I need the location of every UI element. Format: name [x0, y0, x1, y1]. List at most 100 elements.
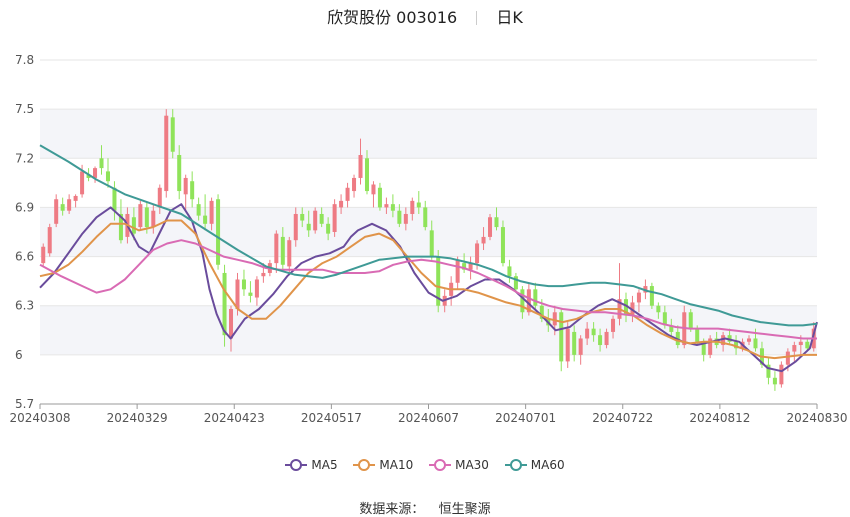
- candle-body: [261, 272, 266, 277]
- legend-symbol-ma10: [353, 459, 376, 471]
- y-tick-label: 6.3: [15, 299, 34, 313]
- x-tick-label: 20240701: [495, 411, 556, 425]
- y-tick-label: 6.9: [15, 200, 34, 214]
- background-band: [40, 305, 817, 355]
- candle-body: [585, 328, 590, 339]
- candle-body: [416, 202, 421, 208]
- candle-body: [248, 292, 253, 296]
- y-tick-label: 6: [15, 348, 23, 362]
- candle-body: [494, 217, 499, 228]
- candle-body: [358, 155, 363, 178]
- candle-body: [753, 338, 758, 349]
- candle-body: [332, 204, 337, 232]
- candle-body: [423, 207, 428, 228]
- candle-body: [196, 204, 201, 216]
- candle-body: [313, 210, 318, 231]
- y-tick-label: 6.6: [15, 250, 34, 264]
- candle-body: [99, 158, 104, 169]
- candle-body: [559, 312, 564, 362]
- candle-body: [798, 341, 803, 346]
- background-band: [40, 109, 817, 159]
- candle-body: [287, 240, 292, 267]
- candle-body: [520, 289, 525, 313]
- candle-body: [157, 187, 162, 208]
- y-tick-label: 7.2: [15, 151, 34, 165]
- candle-body: [177, 155, 182, 192]
- y-tick-label: 7.8: [15, 53, 34, 67]
- candle-body: [80, 171, 85, 195]
- candle-body: [164, 115, 169, 192]
- candle-body: [688, 312, 693, 329]
- candle-body: [93, 168, 98, 178]
- candle-body: [779, 364, 784, 385]
- candle-body: [293, 213, 298, 241]
- candle-body: [695, 328, 700, 342]
- data-source: 数据来源： 恒生聚源: [0, 498, 850, 517]
- candle-body: [364, 158, 369, 192]
- candle-body: [241, 279, 246, 290]
- candle-body: [384, 204, 389, 208]
- candle-body: [656, 305, 661, 313]
- x-tick-label: 20240308: [9, 411, 70, 425]
- legend-symbol-ma5: [285, 459, 308, 471]
- candle-body: [552, 312, 557, 326]
- candle-body: [390, 204, 395, 211]
- candle-body: [222, 272, 227, 336]
- candle-body: [649, 286, 654, 306]
- x-tick-label: 20240607: [398, 411, 459, 425]
- candle-body: [306, 223, 311, 231]
- candle-body: [377, 187, 382, 208]
- candle-body: [805, 341, 810, 349]
- candle-body: [533, 289, 538, 306]
- candle-body: [73, 195, 78, 201]
- candle-body: [371, 184, 376, 195]
- candle-body: [636, 292, 641, 303]
- legend-label-ma10: MA10: [379, 458, 414, 472]
- source-value: 恒生聚源: [438, 502, 491, 517]
- candle-body: [488, 217, 493, 237]
- candle-body: [481, 236, 486, 244]
- candlestick-chart: 5.7 6 6.3 6.6 6.9 7.2 7.5 7.8 20240308 20240329 20…: [9, 53, 847, 425]
- candle-body: [352, 177, 357, 192]
- candle-body: [235, 279, 240, 309]
- candle-body: [772, 377, 777, 385]
- candle-body: [611, 318, 616, 332]
- candle-body: [112, 187, 117, 211]
- candle-body: [131, 217, 136, 234]
- candle-body: [229, 308, 234, 339]
- x-tick-label: 20240329: [107, 411, 168, 425]
- candle-body: [326, 223, 331, 234]
- candle-body: [747, 338, 752, 342]
- candle-body: [403, 213, 408, 224]
- candle-body: [280, 236, 285, 265]
- candle-body: [339, 200, 344, 208]
- x-tick-label: 20240812: [689, 411, 750, 425]
- source-label: 数据来源：: [359, 502, 425, 517]
- candle-body: [604, 331, 609, 346]
- candle-body: [54, 199, 59, 224]
- candle-body: [578, 338, 583, 355]
- legend-item-ma30[interactable]: MA30: [429, 458, 489, 472]
- legend-item-ma10[interactable]: MA10: [353, 458, 413, 472]
- candle-body: [500, 227, 505, 264]
- legend-symbol-ma60: [504, 459, 527, 471]
- candle-body: [507, 266, 512, 277]
- candle-body: [598, 335, 603, 346]
- candle-body: [319, 213, 324, 224]
- legend-label-ma30: MA30: [455, 458, 489, 472]
- candle-body: [274, 233, 279, 264]
- legend-label-ma60: MA60: [530, 458, 565, 472]
- legend-item-ma60[interactable]: MA60: [504, 458, 565, 472]
- y-tick-label: 5.7: [15, 397, 34, 411]
- candle-body: [300, 213, 305, 221]
- candle-body: [455, 259, 460, 283]
- legend-item-ma5[interactable]: MA5: [285, 458, 338, 472]
- candle-body: [785, 351, 790, 365]
- candle-body: [345, 187, 350, 201]
- x-tick-label: 20240423: [204, 411, 265, 425]
- x-tick-label: 20240830: [786, 411, 847, 425]
- candle-body: [138, 204, 143, 228]
- candle-body: [67, 199, 72, 211]
- candle-body: [170, 117, 175, 152]
- candle-body: [183, 177, 188, 195]
